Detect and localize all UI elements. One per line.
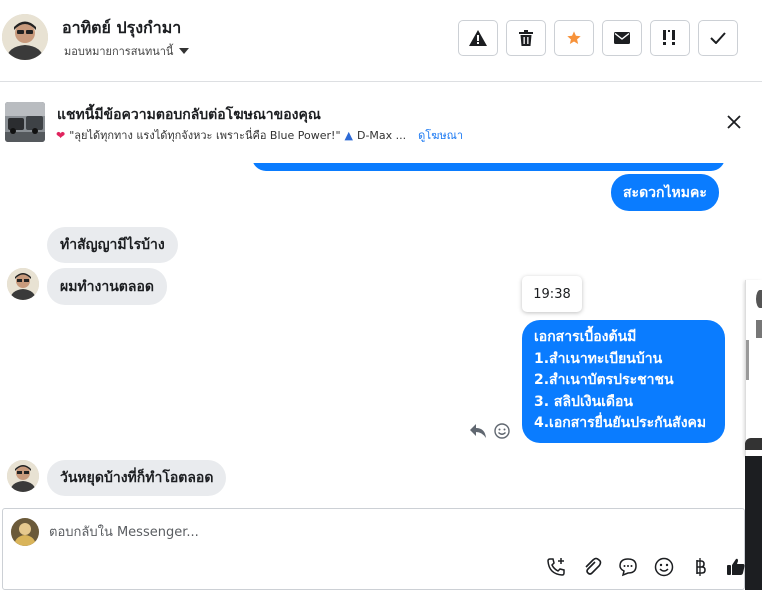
reply-composer <box>2 508 745 590</box>
follow-up-button[interactable] <box>650 20 690 56</box>
scrollbar[interactable] <box>746 340 749 380</box>
message-line: 3. สลิปเงินเดือน <box>534 393 633 410</box>
message-line: เอกสารเบื้องต้นมี <box>534 329 637 345</box>
close-icon[interactable] <box>724 112 744 132</box>
car-emoji-icon: ▲ <box>344 128 353 142</box>
ad-suffix: D-Max ... <box>356 128 407 142</box>
ad-thumbnail[interactable] <box>5 102 45 142</box>
thumbnail-fragment <box>756 320 762 338</box>
paperclip-icon <box>585 557 602 575</box>
message-timestamp: 19:38 <box>522 276 582 312</box>
call-add-icon <box>547 558 565 576</box>
message-line: 2.สำเนาบัตรประชาชน <box>534 372 674 388</box>
delete-button[interactable] <box>506 20 546 56</box>
message-bubble-outgoing[interactable]: เอกสารเบื้องต้นมี 1.สำเนาทะเบียนบ้าน 2.ส… <box>522 320 725 443</box>
react-emoji-icon[interactable] <box>494 423 510 439</box>
message-thread[interactable]: สะดวกไหมคะ ทำสัญญามีไรบ้าง ผมทำงานตลอด 1… <box>0 163 745 508</box>
conversation-header: อาทิตย์ ปรุงกำมา มอบหมายการสนทนานี้ <box>0 0 762 82</box>
reply-icon[interactable] <box>469 423 487 439</box>
ad-banner-title: แชทนี้มีข้อความตอบกลับต่อโฆษณาของคุณ <box>57 107 321 123</box>
message-line: 1.สำเนาทะเบียนบ้าน <box>534 350 663 367</box>
message-bubble-incoming[interactable]: ทำสัญญามีไรบ้าง <box>47 227 178 263</box>
warning-icon <box>469 30 487 46</box>
emoji-button[interactable] <box>652 555 676 579</box>
caret-down-icon <box>179 48 190 54</box>
contact-avatar-small <box>7 268 39 300</box>
envelope-icon <box>614 32 630 44</box>
edge-fragment <box>745 438 762 450</box>
heart-emoji-icon: ❤ <box>56 128 66 142</box>
assign-label: มอบหมายการสนทนานี้ <box>64 45 174 58</box>
message-text: ผมทำงานตลอด <box>60 278 154 295</box>
page-avatar <box>11 518 39 546</box>
message-bubble-incoming[interactable]: วันหยุดบ้างที่ก็ทำโอตลอด <box>47 460 227 496</box>
message-bubble-outgoing[interactable]: สะดวกไหมคะ <box>611 174 719 211</box>
mark-unread-button[interactable] <box>602 20 642 56</box>
payment-button[interactable] <box>688 555 712 579</box>
emoji-icon <box>654 557 674 577</box>
attach-button[interactable] <box>580 555 604 579</box>
star-icon <box>567 31 581 44</box>
message-bubble-incoming[interactable]: ผมทำงานตลอด <box>47 268 167 305</box>
call-add-button[interactable] <box>544 555 568 579</box>
side-panel-edge <box>745 163 762 590</box>
mark-done-button[interactable] <box>698 20 738 56</box>
saved-reply-icon <box>619 558 637 577</box>
message-text: สะดวกไหมคะ <box>623 184 707 201</box>
baht-icon <box>696 558 706 576</box>
message-text: ทำสัญญามีไรบ้าง <box>60 237 165 253</box>
like-button[interactable] <box>724 555 748 579</box>
contact-avatar-small <box>7 460 39 492</box>
avatar-fragment <box>756 290 762 308</box>
assign-conversation-dropdown[interactable]: มอบหมายการสนทนานี้ <box>64 42 190 60</box>
ad-text: "ลุยได้ทุกทาง แรงได้ทุกจังหวะ เพราะนี่คื… <box>69 129 341 142</box>
view-ad-link[interactable]: ดูโฆษณา <box>418 126 463 144</box>
star-button[interactable] <box>554 20 594 56</box>
contact-name[interactable]: อาทิตย์ ปรุงกำมา <box>62 16 181 41</box>
reply-input[interactable] <box>49 521 649 543</box>
report-button[interactable] <box>458 20 498 56</box>
trash-icon <box>519 30 533 46</box>
previous-message-bubble[interactable] <box>252 163 725 171</box>
priority-icon <box>663 30 675 45</box>
ad-description: ❤ "ลุยได้ทุกทาง แรงได้ทุกจังหวะ เพราะนี่… <box>56 126 463 144</box>
message-line: 4.เอกสารยื่นยันประกันสังคม <box>534 415 707 431</box>
saved-reply-button[interactable] <box>616 555 640 579</box>
checkmark-icon <box>710 32 726 44</box>
contact-avatar[interactable] <box>2 14 48 60</box>
ad-reply-banner: แชทนี้มีข้อความตอบกลับต่อโฆษณาของคุณ ❤ "… <box>0 83 762 163</box>
message-text: วันหยุดบ้างที่ก็ทำโอตลอด <box>60 470 214 486</box>
thumbs-up-icon <box>727 558 745 575</box>
popup-panel <box>745 280 762 456</box>
